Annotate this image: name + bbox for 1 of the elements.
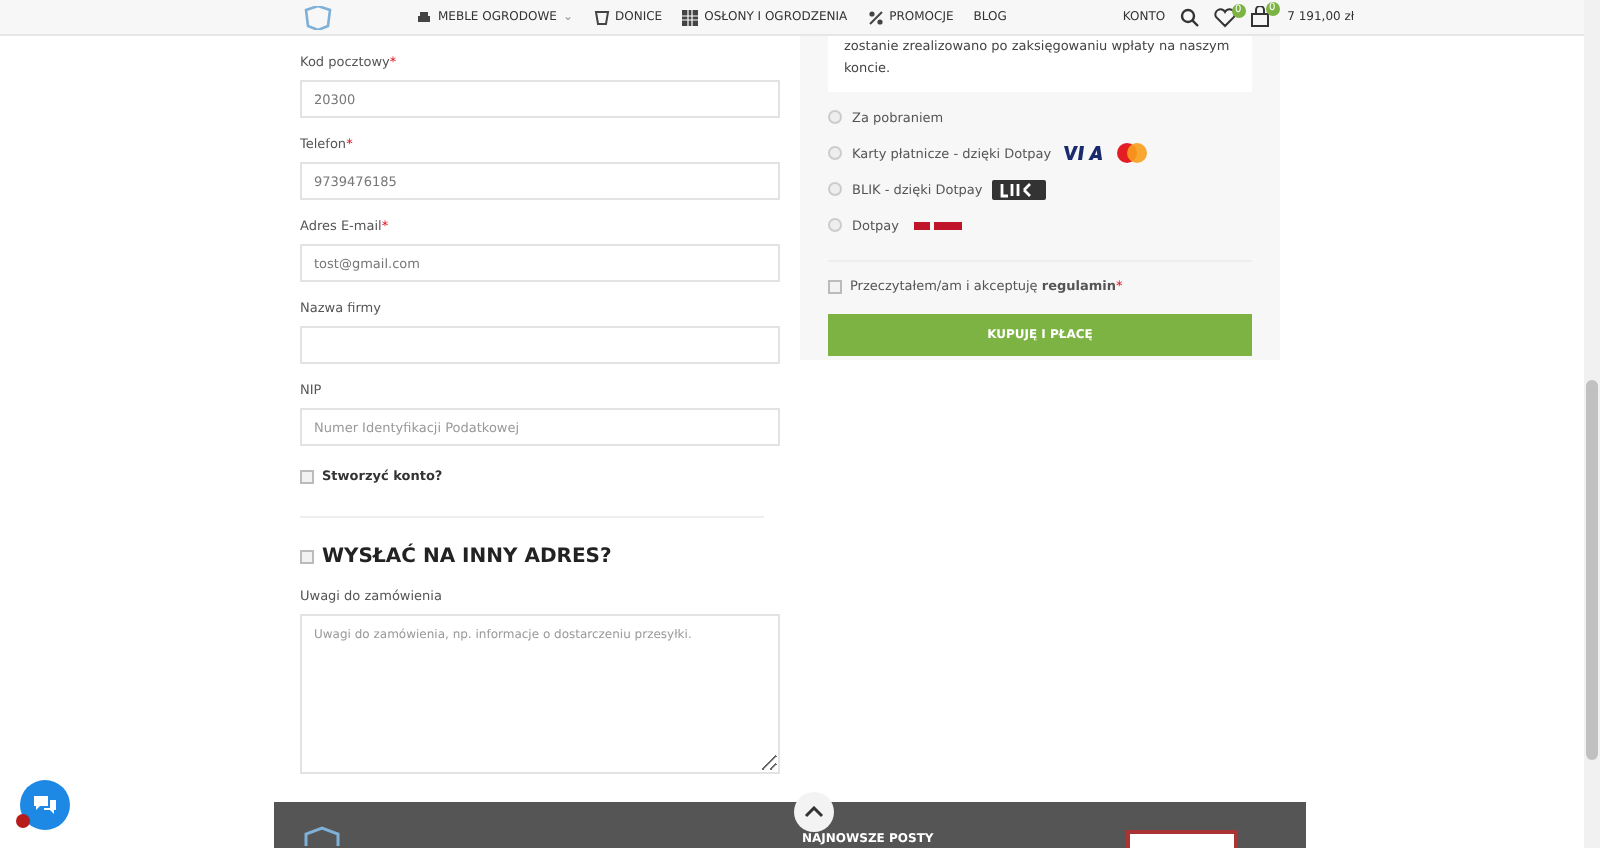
section-heading: WYSŁAĆ NA INNY ADRES?	[322, 546, 612, 568]
